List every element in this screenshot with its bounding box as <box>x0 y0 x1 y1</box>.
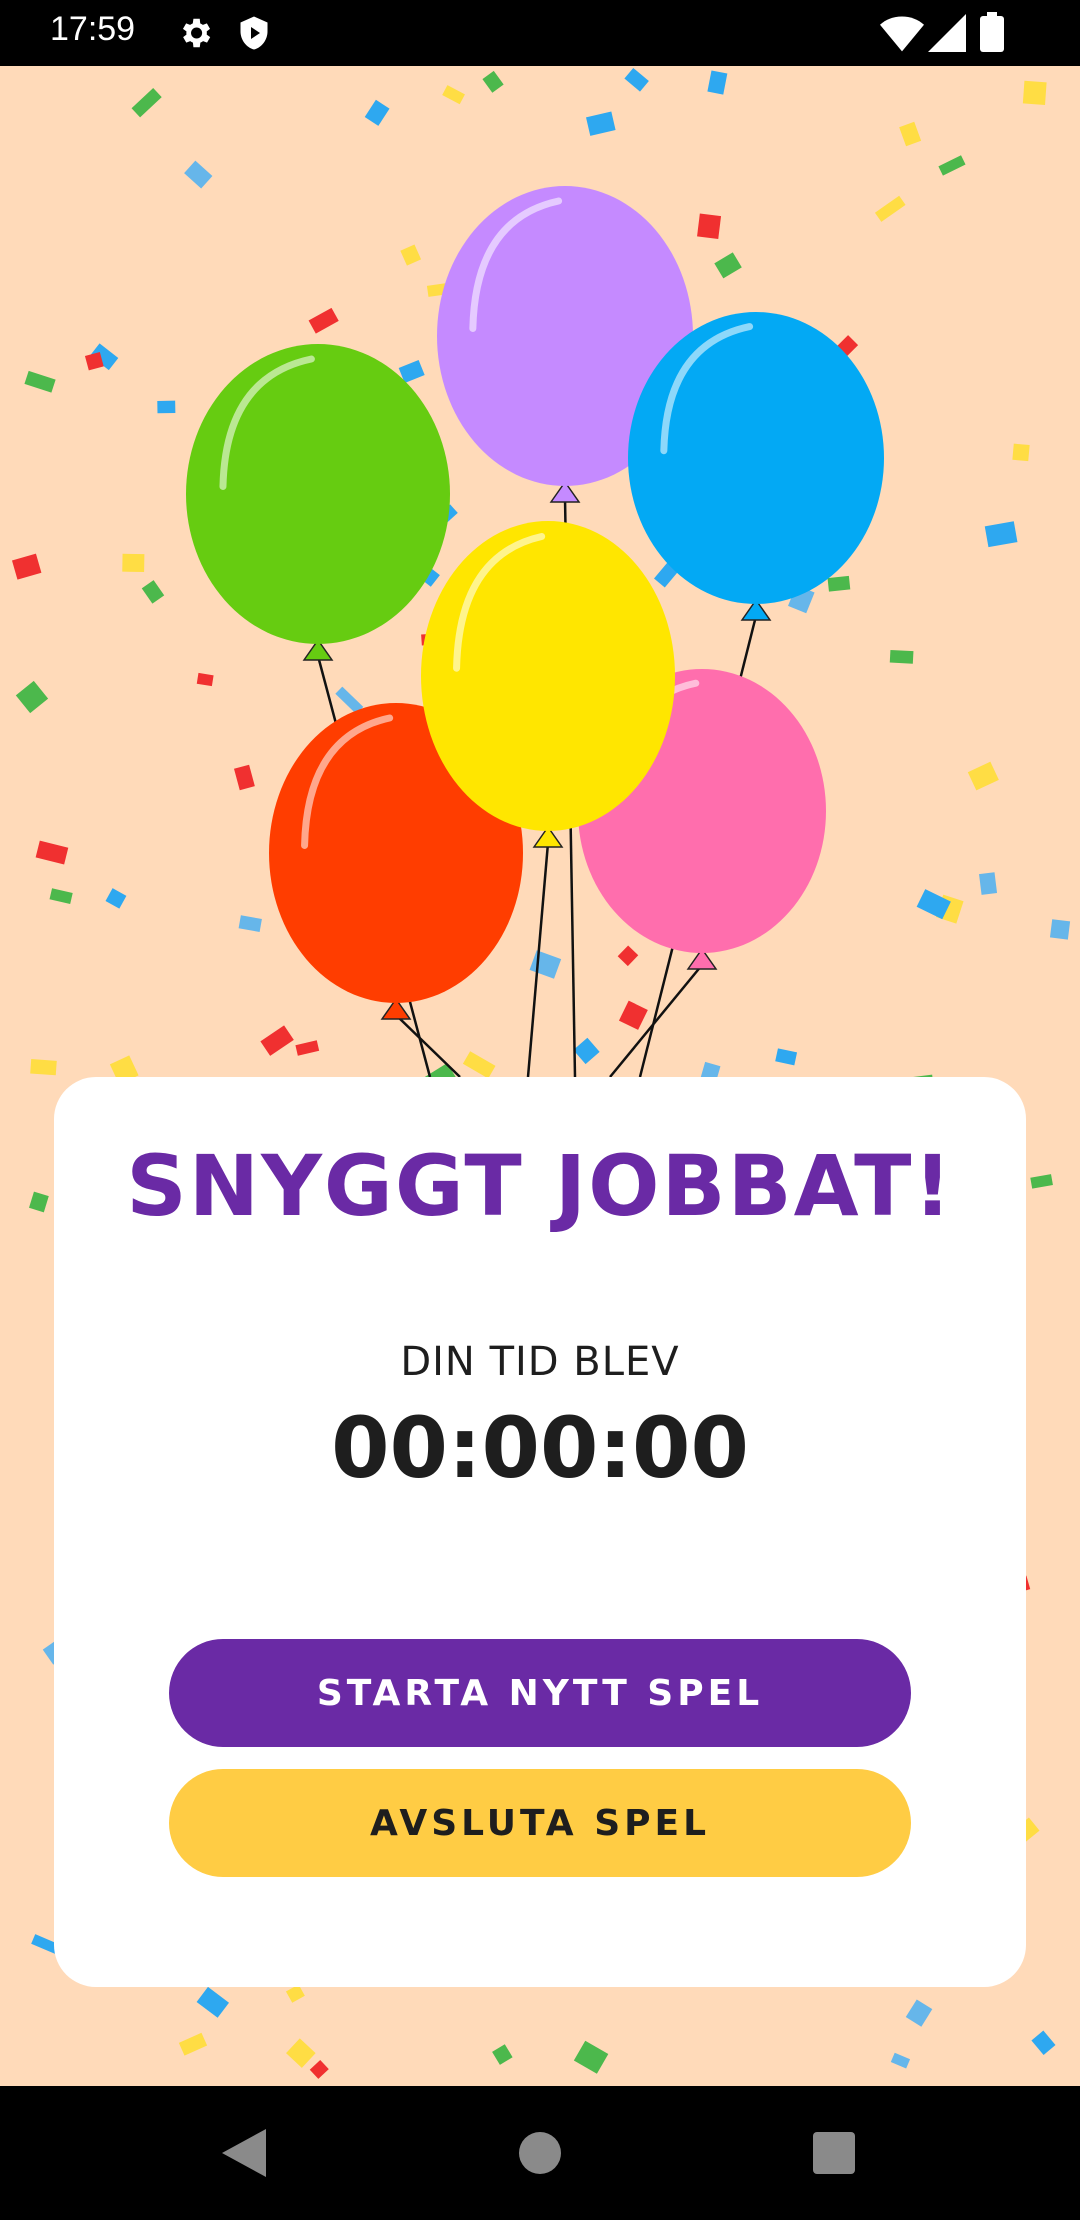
status-time: 17:59 <box>50 10 136 48</box>
confetti-piece <box>286 2038 316 2068</box>
confetti-piece <box>196 1986 229 2018</box>
confetti-piece <box>890 2052 911 2069</box>
confetti-piece <box>29 1191 49 1213</box>
signal-icon <box>928 14 966 56</box>
play-protect-icon <box>236 14 272 56</box>
wifi-icon <box>880 14 924 56</box>
navigation-bar <box>0 2086 1080 2220</box>
recents-icon[interactable] <box>812 2086 856 2220</box>
confetti-piece <box>1031 2030 1056 2056</box>
time-label: DIN TID BLEV <box>400 1339 680 1385</box>
confetti-piece <box>309 2059 329 2079</box>
back-icon[interactable] <box>222 2086 266 2220</box>
quit-game-button[interactable]: AVSLUTA SPEL <box>169 1769 911 1877</box>
settings-icon <box>176 14 214 56</box>
result-title: SNYGGT JOBBAT! <box>126 1137 954 1235</box>
balloon-bunch <box>186 186 884 1078</box>
confetti-piece <box>492 2044 513 2065</box>
confetti-piece <box>178 2032 208 2056</box>
result-card: SNYGGT JOBBAT! DIN TID BLEV 00:00:00 STA… <box>54 1077 1026 1987</box>
time-value: 00:00:00 <box>331 1399 749 1497</box>
home-icon[interactable] <box>518 2086 562 2220</box>
status-bar: 17:59 <box>0 0 1080 66</box>
battery-icon <box>980 12 1004 56</box>
confetti-piece <box>573 2040 609 2074</box>
confetti-piece <box>285 1984 305 2003</box>
confetti-piece <box>905 1999 933 2027</box>
confetti-piece <box>1030 1174 1053 1189</box>
start-new-game-button[interactable]: STARTA NYTT SPEL <box>169 1639 911 1747</box>
